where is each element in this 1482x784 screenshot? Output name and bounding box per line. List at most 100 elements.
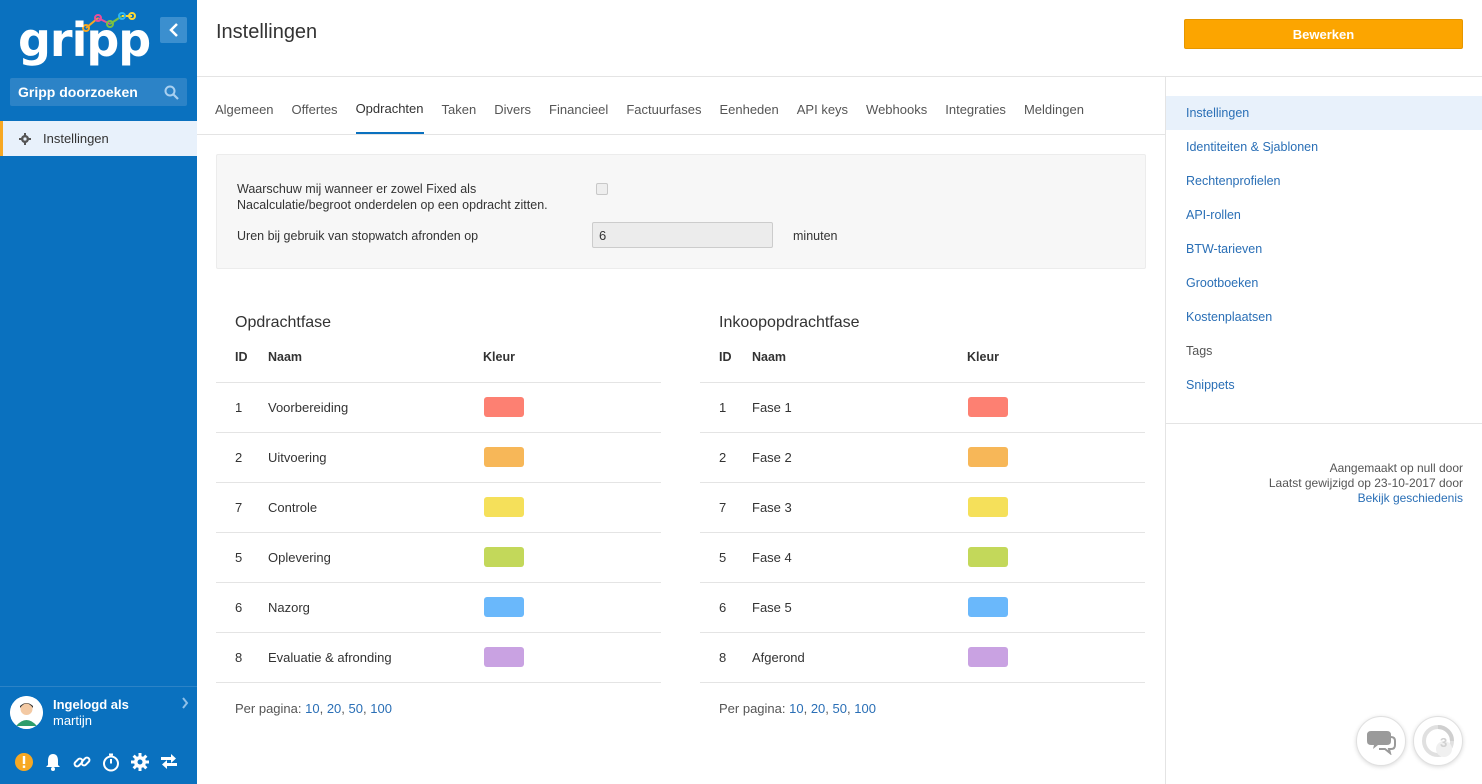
search-icon[interactable] bbox=[164, 85, 179, 100]
row-name: Fase 2 bbox=[752, 450, 792, 465]
tab-api-keys[interactable]: API keys bbox=[797, 76, 848, 134]
search-input[interactable]: Gripp doorzoeken bbox=[10, 78, 187, 106]
settings-nav-snippets[interactable]: Snippets bbox=[1166, 368, 1482, 402]
user-profile[interactable]: Ingelogd als martijn bbox=[0, 686, 197, 738]
sidebar-item-instellingen[interactable]: Instellingen bbox=[0, 121, 197, 156]
table-row[interactable]: 7 Fase 3 bbox=[700, 483, 1145, 533]
bell-icon[interactable] bbox=[43, 752, 63, 772]
settings-nav-rechtenprofielen[interactable]: Rechtenprofielen bbox=[1166, 164, 1482, 198]
tab-eenheden[interactable]: Eenheden bbox=[719, 76, 778, 134]
round-setting-label: Uren bij gebruik van stopwatch afronden … bbox=[237, 229, 479, 243]
search-placeholder: Gripp doorzoeken bbox=[18, 84, 138, 100]
row-name: Fase 1 bbox=[752, 400, 792, 415]
settings-nav-identiteiten-sjablonen[interactable]: Identiteiten & Sjablonen bbox=[1166, 130, 1482, 164]
tab-opdrachten[interactable]: Opdrachten bbox=[355, 76, 424, 134]
per-page-label: Per pagina: bbox=[719, 701, 786, 716]
table-row[interactable]: 7 Controle bbox=[216, 483, 661, 533]
table-row[interactable]: 8 Evaluatie & afronding bbox=[216, 633, 661, 683]
settings-nav: Instellingen Identiteiten & Sjablonen Rech… bbox=[1166, 96, 1482, 402]
per-page-option[interactable]: 10 bbox=[305, 701, 319, 716]
updates-button[interactable]: 3 bbox=[1413, 716, 1463, 766]
color-swatch bbox=[484, 497, 524, 517]
row-id: 5 bbox=[235, 550, 243, 565]
per-page-option[interactable]: 50 bbox=[349, 701, 363, 716]
warn-checkbox[interactable] bbox=[596, 183, 608, 195]
stopwatch-icon[interactable] bbox=[101, 752, 121, 772]
collapse-sidebar-button[interactable] bbox=[160, 17, 187, 43]
created-info: Aangemaakt op null door bbox=[1329, 461, 1463, 475]
sidebar: gripp Gripp doorzoeken Instellingen Inge… bbox=[0, 0, 197, 784]
table-title: Opdrachtfase bbox=[235, 314, 332, 331]
col-name-header: Naam bbox=[752, 350, 787, 364]
alert-icon[interactable] bbox=[14, 752, 34, 772]
per-page-label: Per pagina: bbox=[235, 701, 302, 716]
table-row[interactable]: 2 Uitvoering bbox=[216, 433, 661, 483]
settings-nav-api-rollen[interactable]: API-rollen bbox=[1166, 198, 1482, 232]
table-row[interactable]: 5 Fase 4 bbox=[700, 533, 1145, 583]
row-name: Fase 3 bbox=[752, 500, 792, 515]
color-swatch bbox=[968, 447, 1008, 467]
tab-financieel[interactable]: Financieel bbox=[549, 76, 608, 134]
logged-in-label: Ingelogd als bbox=[53, 696, 129, 712]
edit-button[interactable]: Bewerken bbox=[1184, 19, 1463, 49]
chat-button[interactable] bbox=[1356, 716, 1406, 766]
color-swatch bbox=[484, 447, 524, 467]
settings-nav-btw-tarieven[interactable]: BTW-tarieven bbox=[1166, 232, 1482, 266]
table-row[interactable]: 2 Fase 2 bbox=[700, 433, 1145, 483]
table-row[interactable]: 8 Afgerond bbox=[700, 633, 1145, 683]
switch-arrows-icon[interactable] bbox=[159, 752, 179, 772]
color-swatch bbox=[484, 397, 524, 417]
updates-badge: 3 bbox=[1440, 735, 1448, 750]
settings-nav-grootboeken[interactable]: Grootboeken bbox=[1166, 266, 1482, 300]
settings-nav-instellingen[interactable]: Instellingen bbox=[1166, 96, 1482, 130]
tab-webhooks[interactable]: Webhooks bbox=[866, 76, 927, 134]
history-link[interactable]: Bekijk geschiedenis bbox=[1358, 491, 1463, 505]
col-color-header: Kleur bbox=[483, 350, 515, 364]
per-page-option[interactable]: 50 bbox=[833, 701, 847, 716]
row-name: Fase 5 bbox=[752, 600, 792, 615]
per-page-option[interactable]: 20 bbox=[811, 701, 825, 716]
page-header: Instellingen Bewerken bbox=[197, 0, 1482, 77]
tab-integraties[interactable]: Integraties bbox=[945, 76, 1006, 134]
table-row[interactable]: 6 Nazorg bbox=[216, 583, 661, 633]
row-id: 1 bbox=[719, 400, 727, 415]
row-id: 6 bbox=[235, 600, 243, 615]
table-title: Inkoopopdrachtfase bbox=[719, 314, 860, 331]
row-id: 1 bbox=[235, 400, 243, 415]
settings-gear-icon[interactable] bbox=[130, 752, 150, 772]
settings-nav-kostenplaatsen[interactable]: Kostenplaatsen bbox=[1166, 300, 1482, 334]
tab-offertes[interactable]: Offertes bbox=[292, 76, 338, 134]
chevron-right-icon[interactable] bbox=[181, 697, 189, 709]
round-minutes-input[interactable] bbox=[592, 222, 773, 248]
color-swatch bbox=[968, 497, 1008, 517]
color-swatch bbox=[484, 597, 524, 617]
link-icon[interactable] bbox=[72, 752, 92, 772]
per-page-option[interactable]: 100 bbox=[370, 701, 392, 716]
username: martijn bbox=[53, 712, 93, 728]
settings-tabs: Algemeen Offertes Opdrachten Taken Divers Fin… bbox=[197, 77, 1165, 135]
avatar bbox=[10, 696, 43, 729]
col-color-header: Kleur bbox=[967, 350, 999, 364]
tab-algemeen[interactable]: Algemeen bbox=[215, 76, 274, 134]
warn-setting-label-line2: Nacalculatie/begroot onderdelen op een o… bbox=[237, 198, 548, 212]
per-page-option[interactable]: 100 bbox=[854, 701, 876, 716]
tab-factuurfases[interactable]: Factuurfases bbox=[626, 76, 701, 134]
table-row[interactable]: 1 Voorbereiding bbox=[216, 383, 661, 433]
table-row[interactable]: 1 Fase 1 bbox=[700, 383, 1145, 433]
table-row[interactable]: 6 Fase 5 bbox=[700, 583, 1145, 633]
row-name: Voorbereiding bbox=[268, 400, 349, 415]
color-swatch bbox=[484, 647, 524, 667]
tab-meldingen[interactable]: Meldingen bbox=[1024, 76, 1084, 134]
tab-taken[interactable]: Taken bbox=[442, 76, 477, 134]
per-page-option[interactable]: 10 bbox=[789, 701, 803, 716]
settings-nav-tags[interactable]: Tags bbox=[1166, 334, 1482, 368]
table-row[interactable]: 5 Oplevering bbox=[216, 533, 661, 583]
tab-divers[interactable]: Divers bbox=[494, 76, 531, 134]
page-title: Instellingen bbox=[216, 21, 318, 43]
round-unit-label: minuten bbox=[793, 229, 838, 243]
per-page-option[interactable]: 20 bbox=[327, 701, 341, 716]
row-name: Controle bbox=[268, 500, 318, 515]
color-swatch bbox=[968, 547, 1008, 567]
row-name: Nazorg bbox=[268, 600, 310, 615]
color-swatch bbox=[968, 397, 1008, 417]
